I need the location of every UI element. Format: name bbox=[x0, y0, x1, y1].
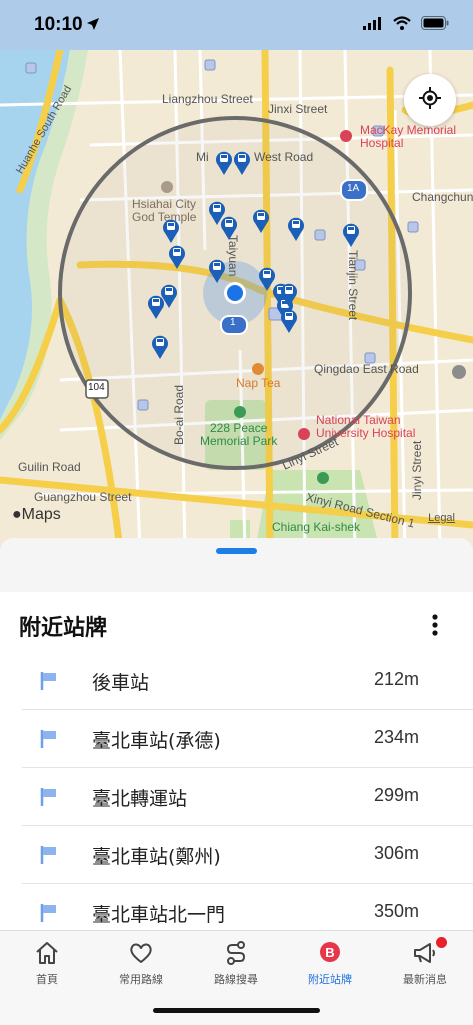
tab-label: 路線搜尋 bbox=[214, 973, 258, 986]
map-label-guilin: Guilin Road bbox=[18, 460, 81, 474]
location-arrow-icon bbox=[86, 16, 100, 35]
bus-stop-pin-icon[interactable] bbox=[147, 294, 165, 320]
bus-stop-pin-icon[interactable] bbox=[252, 208, 270, 234]
flag-icon bbox=[40, 903, 58, 927]
tab-label: 首頁 bbox=[36, 973, 58, 986]
bus-stop-pin-icon[interactable] bbox=[342, 222, 360, 248]
stop-distance: 299m bbox=[373, 785, 419, 805]
more-vertical-icon bbox=[425, 614, 445, 642]
flag-icon bbox=[40, 787, 58, 811]
map-label-qingdao: Qingdao East Road bbox=[314, 362, 419, 376]
stop-distance: 212m bbox=[373, 669, 419, 689]
tab-label: 常用路線 bbox=[119, 973, 163, 986]
bus-stop-pin-icon[interactable] bbox=[162, 218, 180, 244]
nearby-stops-sheet: 附近站牌 後車站 212m 臺北車站(承德) 234m 臺北轉運站 299m 臺… bbox=[0, 538, 473, 930]
list-item[interactable]: 臺北車站(承德) 234m bbox=[22, 710, 473, 768]
tab-home[interactable]: 首頁 bbox=[0, 939, 94, 987]
map-label-changchun: Changchun bbox=[412, 190, 473, 204]
apple-logo-icon: ● bbox=[12, 506, 22, 523]
map-label-liangzhou: Liangzhou Street bbox=[162, 92, 253, 106]
map-label-west-road: West Road bbox=[254, 150, 314, 164]
flag-icon bbox=[40, 729, 58, 753]
maps-brand-label: Maps bbox=[21, 506, 61, 523]
bus-stop-pin-icon[interactable] bbox=[280, 308, 298, 334]
route-shield-1-label: 1 bbox=[230, 317, 236, 328]
route-icon bbox=[189, 939, 283, 967]
stop-name: 後車站 bbox=[92, 672, 150, 694]
home-icon bbox=[0, 939, 94, 967]
tab-nearby-stops[interactable]: B 附近站牌 bbox=[283, 939, 377, 987]
flag-icon bbox=[40, 845, 58, 869]
home-indicator bbox=[153, 1008, 320, 1013]
list-item[interactable]: 臺北車站北一門 350m bbox=[22, 884, 473, 930]
megaphone-icon bbox=[378, 937, 472, 967]
sheet-header: 附近站牌 bbox=[0, 592, 473, 652]
map-label-taiyuan: Taiyuan bbox=[226, 235, 240, 277]
list-item[interactable]: 臺北車站(鄭州) 306m bbox=[22, 826, 473, 884]
status-bar: 10:10 bbox=[0, 0, 473, 50]
bus-stop-pin-icon[interactable] bbox=[220, 215, 238, 241]
bus-stop-pin-icon[interactable] bbox=[168, 244, 186, 270]
more-options-button[interactable] bbox=[425, 612, 445, 638]
route-shield-1a-label: 1A bbox=[347, 183, 360, 194]
legal-link[interactable]: Legal bbox=[428, 512, 455, 524]
bus-stop-pin-icon[interactable] bbox=[233, 150, 251, 176]
bus-stop-pin-icon[interactable] bbox=[151, 334, 169, 360]
stop-distance: 306m bbox=[373, 843, 419, 863]
stop-distance: 350m bbox=[373, 901, 419, 921]
flag-icon bbox=[40, 671, 58, 695]
notification-badge bbox=[436, 937, 447, 948]
status-time: 10:10 bbox=[34, 14, 83, 35]
map-label-mackay: MacKay Memorial Hospital bbox=[360, 123, 457, 150]
map-view[interactable]: Liangzhou Street Jinxi Street MacKay Mem… bbox=[0, 50, 473, 550]
tab-label: 最新消息 bbox=[403, 973, 447, 986]
route-shield-104-label: 104 bbox=[88, 382, 105, 393]
tab-favorite-routes[interactable]: 常用路線 bbox=[94, 939, 188, 987]
map-label-boai: Bo-ai Road bbox=[172, 384, 186, 445]
map-label-jinyi: Jinyi Street bbox=[410, 440, 424, 500]
stop-distance: 234m bbox=[373, 727, 419, 747]
tab-news[interactable]: 最新消息 bbox=[378, 937, 472, 987]
map-label-guangzhou: Guangzhou Street bbox=[34, 490, 132, 504]
stop-name: 臺北車站(鄭州) bbox=[92, 846, 221, 868]
svg-text:B: B bbox=[325, 945, 334, 960]
stop-name: 臺北轉運站 bbox=[92, 788, 188, 810]
map-label-peace-park: 228 Peace Memorial Park bbox=[200, 421, 278, 448]
bus-stop-pin-icon[interactable] bbox=[287, 216, 305, 242]
bus-stop-pin-icon[interactable] bbox=[215, 150, 233, 176]
heart-icon bbox=[94, 939, 188, 967]
tab-route-search[interactable]: 路線搜尋 bbox=[189, 939, 283, 987]
map-label-cks: Chiang Kai-shek bbox=[272, 520, 361, 534]
sheet-grabber[interactable] bbox=[216, 548, 257, 554]
map-label-minsheng: Mi bbox=[196, 150, 209, 164]
status-indicators bbox=[363, 15, 449, 34]
nearby-stop-icon: B bbox=[283, 939, 377, 967]
sheet-title: 附近站牌 bbox=[19, 616, 108, 641]
sheet-handle-area[interactable] bbox=[0, 538, 473, 592]
map-label-tianjin: Tianjin Street bbox=[346, 250, 360, 321]
maps-attribution: ●Maps bbox=[12, 506, 61, 524]
stop-list: 後車站 212m 臺北車站(承德) 234m 臺北轉運站 299m 臺北車站(鄭… bbox=[0, 652, 473, 930]
locate-crosshair-icon bbox=[419, 87, 441, 113]
bus-stop-pin-icon[interactable] bbox=[208, 258, 226, 284]
signal-icon bbox=[363, 15, 383, 34]
map-label-jinxi: Jinxi Street bbox=[268, 102, 328, 116]
bus-stop-pin-icon[interactable] bbox=[280, 282, 298, 308]
stop-name: 臺北車站北一門 bbox=[92, 904, 226, 926]
tab-label: 附近站牌 bbox=[308, 973, 352, 986]
map-label-nap-tea: Nap Tea bbox=[236, 376, 281, 390]
list-item[interactable]: 後車站 212m bbox=[22, 652, 473, 710]
battery-icon bbox=[421, 15, 449, 34]
locate-button[interactable] bbox=[404, 74, 456, 126]
list-item[interactable]: 臺北轉運站 299m bbox=[22, 768, 473, 826]
wifi-icon bbox=[393, 15, 411, 34]
stop-name: 臺北車站(承德) bbox=[92, 730, 221, 752]
